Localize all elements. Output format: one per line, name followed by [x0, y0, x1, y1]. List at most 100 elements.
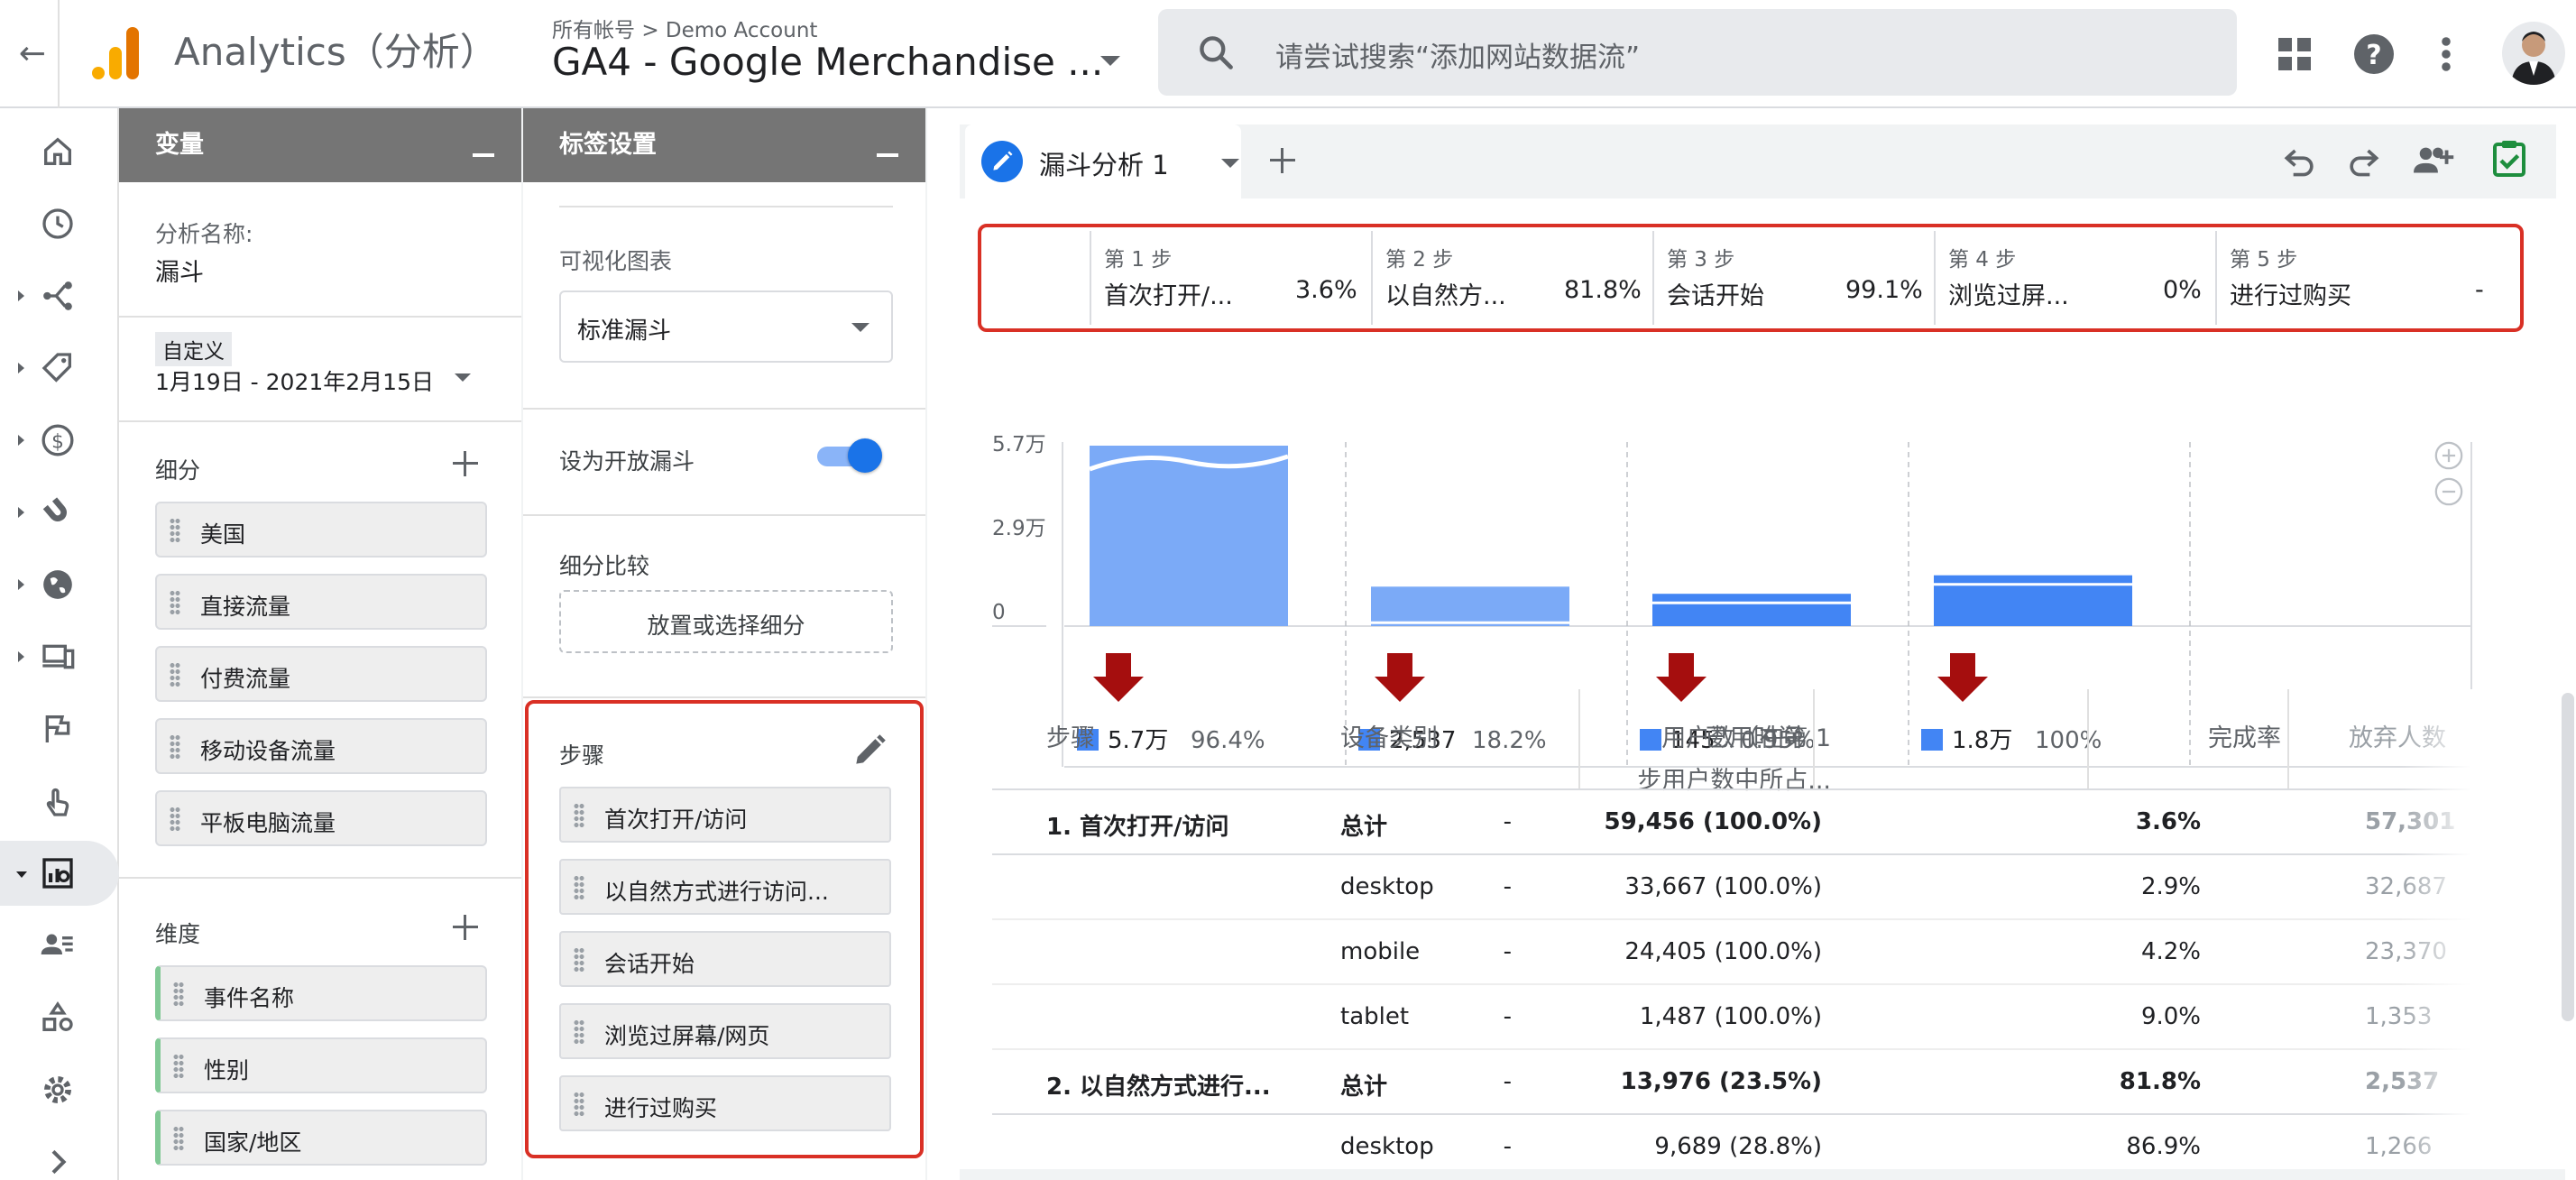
add-dimension-icon[interactable]	[453, 915, 478, 940]
divider	[559, 206, 893, 207]
column-divider	[2087, 689, 2089, 788]
cell-rate: 86.9%	[2126, 1133, 2201, 1160]
segment-chip[interactable]: 美国	[155, 502, 487, 558]
nav-home[interactable]	[0, 119, 119, 184]
drag-handle-icon[interactable]	[170, 518, 180, 543]
back-arrow-icon[interactable]: ←	[13, 34, 52, 74]
devices-icon	[42, 644, 75, 669]
chevron-down-icon[interactable]	[1100, 56, 1120, 66]
nav-expand[interactable]	[0, 1129, 119, 1180]
add-tab-icon[interactable]	[1270, 148, 1295, 173]
table-row[interactable]: 2. 以自然方式进行...总计-13,976 (23.5%)81.8%2,537	[992, 1050, 2489, 1115]
save-check-icon[interactable]	[2489, 137, 2529, 180]
nav-demographics[interactable]	[0, 552, 119, 617]
col-header-rate[interactable]: 完成率	[2208, 718, 2281, 753]
nav-acquisition[interactable]	[0, 263, 119, 328]
breadcrumb[interactable]: 所有帐号 > Demo Account	[552, 13, 817, 43]
chevron-down-icon[interactable]	[1221, 159, 1239, 168]
drag-handle-icon[interactable]	[170, 734, 180, 760]
table-row[interactable]: 1. 首次打开/访问总计-59,456 (100.0%)3.6%57,301	[992, 790, 2489, 855]
undo-icon[interactable]	[2280, 141, 2320, 180]
tab-label: 漏斗分析 1	[1039, 150, 1169, 180]
dimension-chip[interactable]: 国家/地区	[155, 1110, 487, 1166]
cell-rate: 81.8%	[2119, 1068, 2201, 1095]
cell-device: mobile	[1340, 938, 1421, 965]
chevron-down-icon[interactable]	[455, 373, 471, 382]
nav-audiences[interactable]	[0, 913, 119, 978]
dimension-label: 国家/地区	[204, 1129, 302, 1156]
help-icon[interactable]: ?	[2352, 32, 2396, 76]
viz-select[interactable]: 标准漏斗	[559, 290, 893, 363]
table-row[interactable]: desktop-33,667 (100.0%)2.9%32,687	[992, 855, 2489, 920]
segment-label: 移动设备流量	[200, 738, 336, 764]
drag-handle-icon[interactable]	[170, 662, 180, 687]
cell-time: -	[1503, 873, 1512, 900]
drag-handle-icon[interactable]	[170, 807, 180, 832]
cell-device: desktop	[1340, 1133, 1434, 1160]
drag-handle-icon[interactable]	[170, 590, 180, 615]
more-vert-icon[interactable]	[2424, 32, 2468, 76]
analytics-logo[interactable]	[90, 25, 144, 79]
tab-settings-panel: 标签设置 可视化图表 标准漏斗 设为开放漏斗 细分比较 放置或选择细分 步骤 首…	[523, 108, 925, 1180]
nav-events[interactable]	[0, 696, 119, 761]
col-header-users[interactable]: 用户数（在第 1 步用户数中所占...	[1637, 718, 1831, 796]
cell-rate: 2.9%	[2140, 873, 2201, 900]
date-range[interactable]: 1月19日 - 2021年2月15日	[155, 364, 434, 397]
share-icon[interactable]	[2414, 139, 2459, 182]
col-header-device[interactable]: 设备类别	[1340, 718, 1438, 753]
table-row[interactable]: mobile-24,405 (100.0%)4.2%23,370	[992, 920, 2489, 985]
search-bar[interactable]: 请尝试搜索“添加网站数据流”	[1158, 9, 2237, 96]
cell-users: 13,976 (23.5%)	[1620, 1068, 1822, 1095]
dollar-icon: $	[41, 424, 74, 456]
horizontal-scrollbar[interactable]	[960, 1169, 2565, 1180]
segment-chip[interactable]: 付费流量	[155, 646, 487, 702]
cell-time: -	[1503, 808, 1512, 835]
segment-drop-zone[interactable]: 放置或选择细分	[559, 590, 893, 653]
redo-icon[interactable]	[2343, 141, 2383, 180]
edit-pencil-icon[interactable]	[981, 141, 1023, 182]
fade-overlay	[2399, 689, 2489, 1180]
drag-handle-icon[interactable]	[173, 982, 184, 1007]
minimize-icon[interactable]	[877, 153, 898, 157]
segment-chip[interactable]: 直接流量	[155, 574, 487, 630]
segment-chip[interactable]: 移动设备流量	[155, 718, 487, 774]
shapes-icon	[42, 1000, 73, 1031]
drag-handle-icon[interactable]	[173, 1126, 184, 1151]
cell-step: 1. 首次打开/访问	[1046, 814, 1229, 841]
nav-retention[interactable]	[0, 480, 119, 545]
nav-realtime[interactable]	[0, 191, 119, 256]
col-header-step[interactable]: 步骤	[1046, 718, 1095, 753]
apps-icon[interactable]	[2273, 32, 2316, 76]
divider	[523, 408, 925, 410]
segment-chip[interactable]: 平板电脑流量	[155, 790, 487, 846]
nav-admin[interactable]	[0, 1057, 119, 1122]
nav-explore[interactable]	[0, 841, 119, 906]
nav-engagement[interactable]	[0, 336, 119, 401]
y-tick-label: 5.7万	[992, 433, 1046, 456]
dimension-chip[interactable]: 性别	[155, 1037, 487, 1093]
nav-conversions[interactable]	[0, 769, 119, 834]
minimize-icon[interactable]	[473, 153, 494, 157]
property-selector[interactable]: GA4 - Google Merchandise ...	[552, 40, 1103, 84]
cell-device: 总计	[1340, 814, 1388, 841]
table-row[interactable]: tablet-1,487 (100.0%)9.0%1,353	[992, 985, 2489, 1050]
analysis-name-value[interactable]: 漏斗	[155, 253, 204, 288]
avatar[interactable]	[2502, 22, 2565, 85]
open-funnel-toggle[interactable]	[814, 438, 882, 473]
cell-users: 24,405 (100.0%)	[1624, 938, 1822, 965]
col-header-users-line1: 用户数（在第 1	[1661, 724, 1831, 752]
top-app-bar: ← Analytics（分析） 所有帐号 > Demo Account GA4 …	[0, 0, 2576, 108]
cell-time: -	[1503, 1068, 1512, 1095]
nav-monetization[interactable]: $	[0, 408, 119, 473]
vertical-scrollbar[interactable]	[2562, 693, 2574, 1021]
add-segment-icon[interactable]	[453, 451, 478, 476]
cell-device: tablet	[1340, 1003, 1410, 1030]
cell-users: 59,456 (100.0%)	[1604, 808, 1822, 835]
dimension-chip[interactable]: 事件名称	[155, 965, 487, 1021]
tab-funnel-1[interactable]: 漏斗分析 1	[965, 124, 1241, 198]
zoom-in-icon[interactable]	[2433, 440, 2464, 471]
nav-tech[interactable]	[0, 624, 119, 689]
drag-handle-icon[interactable]	[173, 1054, 184, 1079]
nav-configure[interactable]	[0, 985, 119, 1050]
zoom-out-icon[interactable]	[2433, 476, 2464, 507]
